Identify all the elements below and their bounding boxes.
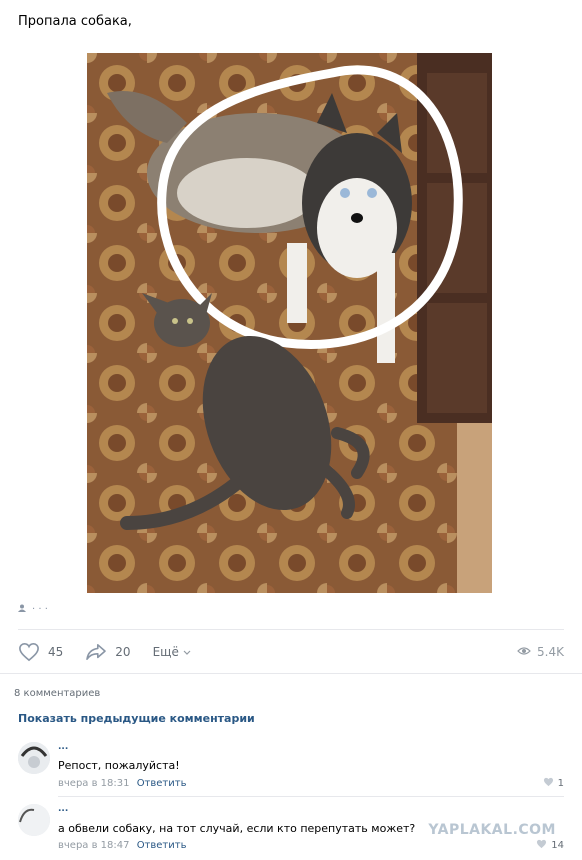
reply-link[interactable]: Ответить — [137, 840, 187, 851]
section-divider — [0, 673, 582, 674]
post-text: Пропала собака, — [18, 14, 132, 29]
more-label: Ещё — [152, 645, 179, 659]
comment-time[interactable]: вчера в 18:47 — [58, 840, 130, 851]
more-button[interactable]: Ещё — [153, 645, 191, 659]
post-actions: 45 20 Ещё 5.4K — [18, 640, 564, 664]
heart-icon — [536, 839, 547, 852]
chevron-down-icon — [183, 645, 191, 659]
watermark: YAPLAKAL.COM — [428, 822, 556, 838]
share-arrow-icon — [85, 643, 107, 661]
comments-count: 8 комментариев — [14, 688, 101, 699]
comment-author[interactable]: ... — [58, 742, 68, 752]
heart-icon — [18, 642, 40, 662]
share-button[interactable]: 20 — [85, 643, 131, 661]
repost-count: 20 — [115, 645, 131, 659]
comment-meta: вчера в 18:31 Ответить — [58, 778, 186, 789]
comment-item: ... Репост, пожалуйста! вчера в 18:31 От… — [18, 742, 564, 794]
person-icon — [18, 604, 26, 615]
comment-meta: вчера в 18:47 Ответить — [58, 840, 186, 851]
comment-like-button[interactable]: 1 — [543, 777, 564, 790]
views-count: 5.4K — [537, 645, 564, 659]
comment-author[interactable]: ... — [58, 804, 68, 814]
heart-icon — [543, 777, 554, 790]
post-divider — [18, 629, 564, 630]
comment-divider — [58, 796, 564, 797]
comment-text: Репост, пожалуйста! — [58, 759, 180, 772]
post-meta-text: · · · — [32, 604, 48, 615]
comment-time[interactable]: вчера в 18:31 — [58, 778, 130, 789]
comment-text: а обвели собаку, на тот случай, если кто… — [58, 822, 416, 835]
photo-dog-and-cat-on-carpet — [87, 53, 492, 593]
like-button[interactable]: 45 — [18, 642, 63, 662]
avatar[interactable] — [18, 804, 50, 836]
views-counter: 5.4K — [517, 645, 564, 659]
show-previous-comments-link[interactable]: Показать предыдущие комментарии — [18, 712, 255, 725]
reply-link[interactable]: Ответить — [137, 778, 187, 789]
like-count: 45 — [48, 645, 64, 659]
eye-icon — [517, 645, 531, 659]
comment-like-button[interactable]: 14 — [536, 839, 564, 852]
post-photo[interactable] — [87, 53, 492, 593]
comment-like-count: 1 — [557, 778, 564, 789]
avatar[interactable] — [18, 742, 50, 774]
comment-like-count: 14 — [551, 840, 564, 851]
post-meta-row: · · · — [18, 604, 48, 615]
